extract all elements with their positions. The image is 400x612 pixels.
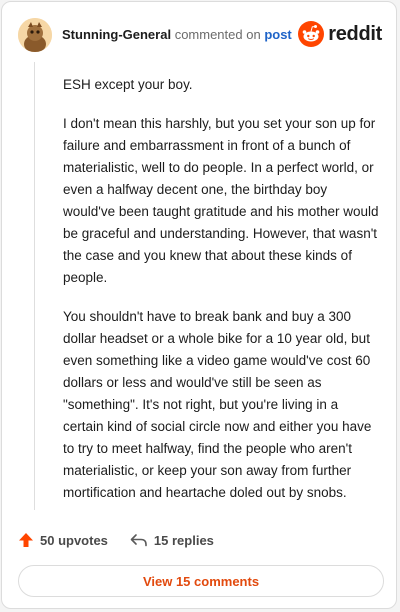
comment-byline: Stunning-General commented on post bbox=[62, 27, 292, 43]
reply-button[interactable]: 15 replies bbox=[130, 532, 214, 548]
comment-paragraph: You shouldn't have to break bank and buy… bbox=[63, 309, 372, 500]
reply-arrow-icon bbox=[130, 532, 148, 548]
avatar-icon[interactable] bbox=[18, 18, 52, 52]
view-comments-button[interactable]: View 15 comments bbox=[18, 565, 384, 597]
post-link[interactable]: post bbox=[264, 27, 291, 42]
comment-header: Stunning-General commented on post reddi… bbox=[18, 18, 382, 54]
comment-body: ESH except your boy. I don't mean this h… bbox=[63, 74, 381, 521]
username-link[interactable]: Stunning-General bbox=[62, 27, 171, 42]
thread-line[interactable] bbox=[34, 62, 35, 510]
comment-paragraph: I don't mean this harshly, but you set y… bbox=[63, 116, 379, 285]
comment-card: Stunning-General commented on post reddi… bbox=[1, 1, 397, 609]
upvote-count: 50 upvotes bbox=[40, 532, 108, 548]
comment-actions: 50 upvotes 15 replies bbox=[18, 529, 236, 551]
action-text: commented on bbox=[174, 27, 261, 42]
reddit-logo-icon bbox=[298, 21, 325, 47]
upvote-button[interactable]: 50 upvotes bbox=[18, 532, 108, 548]
reddit-brand[interactable]: reddit bbox=[298, 20, 382, 48]
brand-wordmark: reddit bbox=[328, 22, 382, 45]
comment-paragraph: ESH except your boy. bbox=[63, 77, 193, 92]
reply-count: 15 replies bbox=[153, 532, 214, 548]
upvote-arrow-icon bbox=[18, 532, 34, 548]
